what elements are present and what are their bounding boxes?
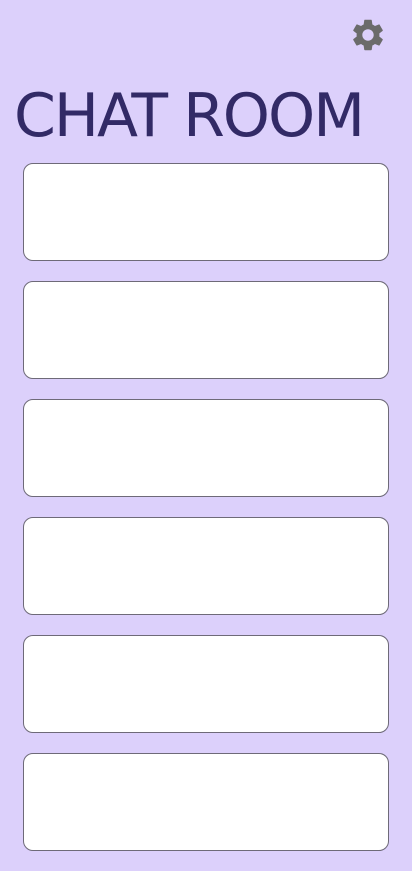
page-title: CHAT ROOM bbox=[14, 81, 365, 151]
chat-room-list bbox=[23, 163, 389, 871]
chat-room-card[interactable] bbox=[23, 635, 389, 733]
chat-room-card[interactable] bbox=[23, 399, 389, 497]
settings-button[interactable] bbox=[349, 16, 387, 54]
chat-room-card[interactable] bbox=[23, 517, 389, 615]
chat-room-card[interactable] bbox=[23, 753, 389, 851]
gear-icon bbox=[349, 16, 387, 54]
chat-room-card[interactable] bbox=[23, 281, 389, 379]
chat-room-card[interactable] bbox=[23, 163, 389, 261]
